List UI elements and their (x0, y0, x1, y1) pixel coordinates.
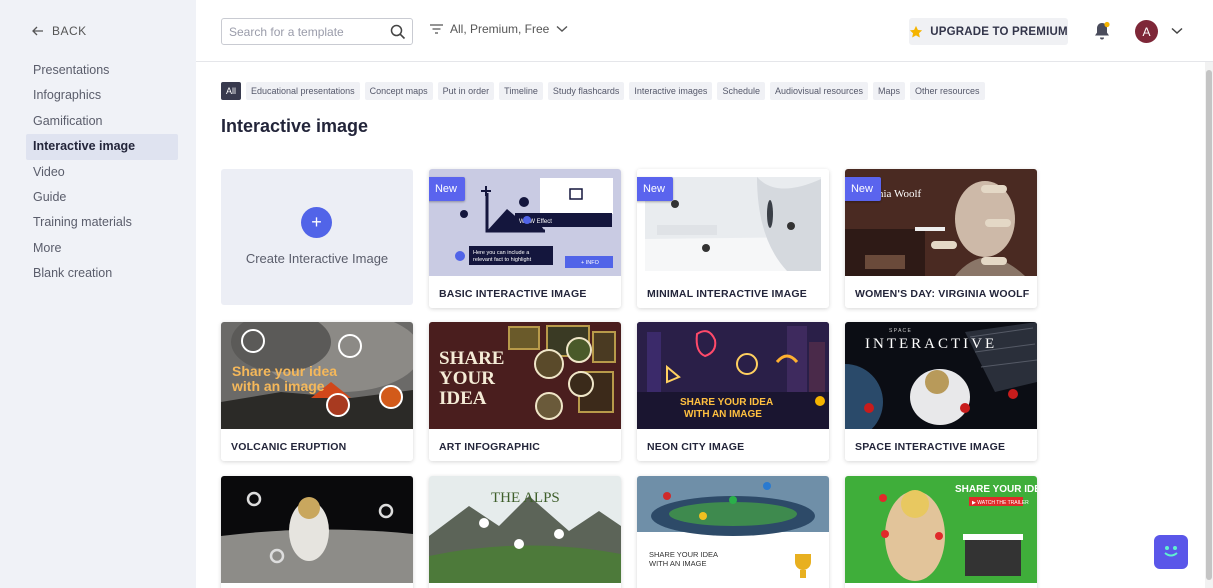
chip-study-flashcards[interactable]: Study flashcards (547, 82, 625, 100)
template-card-the-alps[interactable]: THE ALPS (429, 476, 621, 588)
art-text-2: YOUR (439, 368, 495, 389)
search-icon[interactable] (390, 24, 406, 40)
arrow-left-icon (32, 26, 43, 36)
template-name: MINIMAL INTERACTIVE IMAGE (647, 288, 807, 300)
template-card-art-infographic[interactable]: SHARE YOUR IDEA ART INFOGRAPHIC (429, 322, 621, 461)
sidebar-item-more[interactable]: More (26, 236, 178, 261)
template-thumbnail: S P A C E INTERACTIVE (845, 322, 1037, 429)
sidebar-nav: Presentations Infographics Gamification … (26, 58, 178, 287)
filter-dropdown[interactable]: All, Premium, Free (430, 22, 568, 36)
new-badge: New (845, 177, 881, 201)
back-label: BACK (52, 24, 87, 38)
chip-concept-maps[interactable]: Concept maps (364, 82, 433, 100)
star-icon (910, 25, 923, 38)
sidebar-item-video[interactable]: Video (26, 160, 178, 185)
search-input[interactable] (222, 19, 382, 44)
template-card-basic-interactive-image[interactable]: WOW Effect Here you can include a releva… (429, 169, 621, 308)
create-interactive-image-card[interactable]: + Create Interactive Image (221, 169, 413, 305)
chip-educational-presentations[interactable]: Educational presentations (246, 82, 360, 100)
template-card-stadium[interactable]: SHARE YOUR IDEA WITH AN IMAGE (637, 476, 829, 588)
alps-text: THE ALPS (491, 490, 560, 506)
basic-note-text-1: Here you can include a (473, 250, 530, 256)
template-thumbnail (221, 476, 413, 583)
stadium-text-1: SHARE YOUR IDEA (649, 550, 718, 559)
upgrade-premium-label: UPGRADE TO PREMIUM (930, 25, 1068, 38)
sidebar: BACK Presentations Infographics Gamifica… (0, 0, 196, 588)
space-text: INTERACTIVE (865, 336, 997, 352)
chat-widget-button[interactable] (1154, 535, 1188, 569)
sidebar-item-presentations[interactable]: Presentations (26, 58, 178, 83)
avatar[interactable]: A (1135, 20, 1158, 43)
neon-text-1: SHARE YOUR IDEA (680, 397, 773, 408)
scrollbar-thumb[interactable] (1206, 70, 1212, 580)
sidebar-item-blank-creation[interactable]: Blank creation (26, 261, 178, 286)
chip-maps[interactable]: Maps (873, 82, 906, 100)
bell-icon[interactable] (1093, 21, 1111, 41)
chip-audiovisual-resources[interactable]: Audiovisual resources (769, 82, 869, 100)
filter-label: All, Premium, Free (450, 22, 550, 36)
template-thumbnail: SHARE YOUR IDEA WITH AN IMAGE (637, 476, 829, 583)
basic-note-text-2: relevant fact to highlight (473, 257, 532, 263)
sidebar-item-training-materials[interactable]: Training materials (26, 210, 178, 235)
template-card-neon-city-image[interactable]: SHARE YOUR IDEA WITH AN IMAGE NEON CITY … (637, 322, 829, 461)
chevron-down-icon[interactable] (1171, 27, 1183, 35)
template-name: NEON CITY IMAGE (647, 441, 745, 453)
top-header: All, Premium, Free UPGRADE TO PREMIUM A (196, 0, 1213, 62)
back-button[interactable]: BACK (32, 24, 87, 38)
chip-other-resources[interactable]: Other resources (910, 82, 985, 100)
template-thumbnail: THE ALPS (429, 476, 621, 583)
upgrade-premium-button[interactable]: UPGRADE TO PREMIUM (909, 18, 1068, 45)
template-name: WOMEN'S DAY: VIRGINIA WOOLF (855, 288, 1030, 300)
volcano-text-2: with an image (231, 378, 325, 394)
template-card-minimal-interactive-image[interactable]: New MINIMAL INTERACTIVE IMAGE (637, 169, 829, 308)
green-sub-text: ▶ WATCH THE TRAILER (972, 500, 1029, 506)
space-top-text: S P A C E (889, 328, 912, 334)
woolf-title-text: nia Woolf (878, 188, 922, 200)
template-card-green-screen[interactable]: SHARE YOUR IDEA ▶ WATCH THE TRAILER (845, 476, 1037, 588)
chip-schedule[interactable]: Schedule (717, 82, 765, 100)
chevron-down-icon (556, 25, 568, 32)
template-thumbnail: SHARE YOUR IDEA (429, 322, 621, 429)
template-thumbnail: SHARE YOUR IDEA ▶ WATCH THE TRAILER (845, 476, 1037, 583)
green-text: SHARE YOUR IDEA (955, 484, 1037, 495)
page-title: Interactive image (221, 116, 369, 136)
template-name: ART INFOGRAPHIC (439, 441, 540, 453)
template-card-moon-astronaut[interactable] (221, 476, 413, 588)
sidebar-item-infographics[interactable]: Infographics (26, 83, 178, 108)
template-card-virginia-woolf[interactable]: nia Woolf New WOMEN'S DAY: VIRGINIA WOOL… (845, 169, 1037, 308)
sidebar-item-guide[interactable]: Guide (26, 185, 178, 210)
art-text-1: SHARE (439, 348, 504, 369)
stadium-text-2: WITH AN IMAGE (649, 559, 707, 568)
chip-all[interactable]: All (221, 82, 242, 100)
template-card-space-interactive-image[interactable]: S P A C E INTERACTIVE SPACE INTERACTIVE … (845, 322, 1037, 461)
chat-bot-icon (1159, 540, 1183, 566)
sidebar-item-interactive-image[interactable]: Interactive image (26, 134, 178, 160)
neon-text-2: WITH AN IMAGE (684, 409, 762, 420)
search-box (221, 18, 413, 45)
template-thumbnail: Share your idea with an image (221, 322, 413, 429)
chip-timeline[interactable]: Timeline (499, 82, 543, 100)
filter-icon (430, 24, 443, 34)
new-badge: New (429, 177, 465, 201)
template-card-volcanic-eruption[interactable]: Share your idea with an image VOLCANIC E… (221, 322, 413, 461)
sidebar-item-gamification[interactable]: Gamification (26, 109, 178, 134)
template-thumbnail: SHARE YOUR IDEA WITH AN IMAGE (637, 322, 829, 429)
plus-icon: + (301, 207, 332, 238)
basic-info-text: + INFO (581, 260, 600, 266)
chip-put-in-order[interactable]: Put in order (437, 82, 495, 100)
template-name: SPACE INTERACTIVE IMAGE (855, 441, 1006, 453)
new-badge: New (637, 177, 673, 201)
create-card-label: Create Interactive Image (245, 251, 389, 266)
chip-interactive-images[interactable]: Interactive images (629, 82, 713, 100)
art-text-3: IDEA (439, 388, 487, 409)
template-name: BASIC INTERACTIVE IMAGE (439, 288, 587, 300)
volcano-text-1: Share your idea (232, 363, 337, 379)
category-chips: All Educational presentations Concept ma… (221, 82, 985, 100)
template-name: VOLCANIC ERUPTION (231, 441, 347, 453)
